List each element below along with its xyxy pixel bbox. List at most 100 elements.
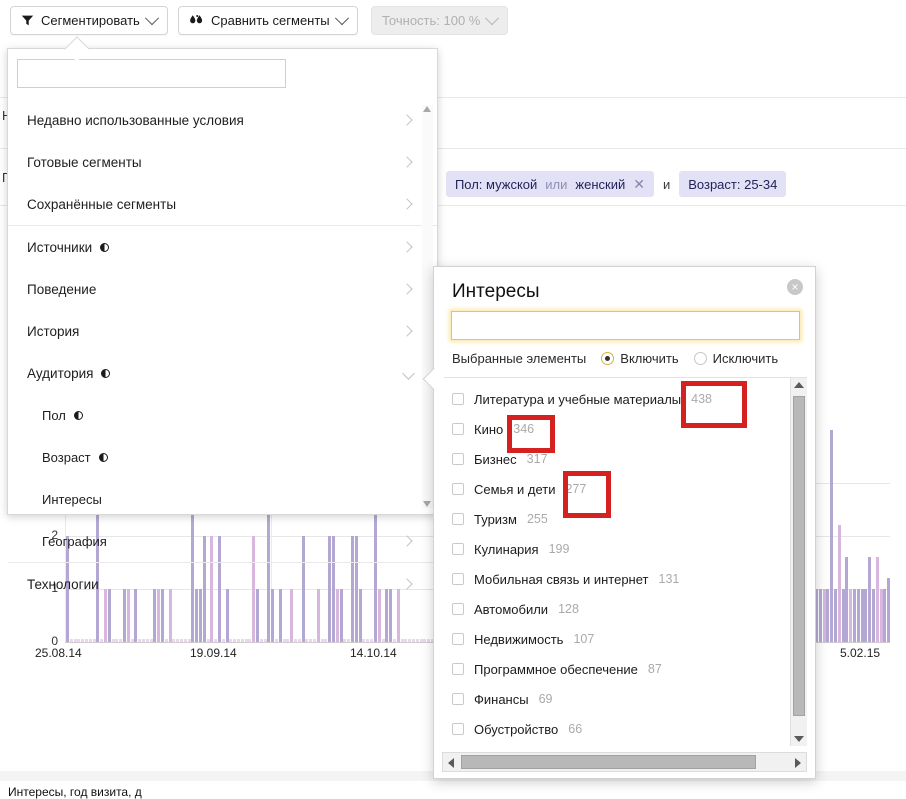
checkbox[interactable]	[452, 663, 464, 675]
interest-row-9[interactable]: Программное обеспечение 87	[442, 654, 790, 684]
chart-bar	[818, 589, 822, 642]
interest-row-6[interactable]: Мобильная связь и интернет 131	[442, 564, 790, 594]
popup-title: Интересы	[452, 281, 540, 302]
app-root: Н П ingилиRa...✕иПол: мужскойилиженский✕…	[0, 0, 906, 799]
segment-menu-item-7[interactable]: Пол	[8, 394, 437, 436]
checkbox[interactable]	[452, 543, 464, 555]
scroll-down-icon[interactable]	[794, 736, 804, 742]
checkbox[interactable]	[452, 603, 464, 615]
chart-bar	[883, 589, 887, 642]
compare-segments-button[interactable]: Сравнить сегменты	[178, 6, 358, 35]
segment-menu-item-label: Технологии	[27, 576, 99, 592]
segment-menu-item-4[interactable]: Поведение	[8, 268, 437, 310]
interest-row-4[interactable]: Туризм 255	[442, 504, 790, 534]
interest-label: Недвижимость	[474, 631, 564, 647]
segment-dropdown: Недавно использованные условия Готовые се…	[7, 36, 438, 592]
scroll-up-icon[interactable]	[423, 106, 431, 112]
segment-menu-item-label: Возраст	[42, 449, 91, 465]
segment-menu-item-1[interactable]: Готовые сегменты	[8, 141, 437, 183]
scroll-left-icon[interactable]	[448, 758, 454, 768]
interests-horizontal-scrollbar[interactable]	[442, 752, 807, 772]
chart-bar	[856, 589, 860, 642]
interest-label: Туризм	[474, 511, 517, 527]
checkbox[interactable]	[452, 393, 464, 405]
interests-search-input[interactable]	[451, 311, 800, 340]
interest-label: Семья и дети	[474, 481, 556, 497]
checkbox[interactable]	[452, 573, 464, 585]
segment-menu-item-0[interactable]: Недавно использованные условия	[8, 99, 437, 141]
radio-include[interactable]: Включить	[601, 351, 679, 366]
segment-menu-scrollbar[interactable]	[422, 105, 433, 508]
checkbox[interactable]	[452, 723, 464, 735]
segment-button-label: Сегментировать	[41, 13, 140, 28]
top-toolbar: Сегментировать Сравнить сегменты Точност…	[0, 0, 906, 42]
scroll-down-icon[interactable]	[423, 501, 431, 507]
interest-row-10[interactable]: Финансы 69	[442, 684, 790, 714]
interest-row-8[interactable]: Недвижимость 107	[442, 624, 790, 654]
checkbox[interactable]	[452, 423, 464, 435]
chart-bar	[860, 589, 864, 642]
interests-vertical-scrollbar[interactable]	[790, 378, 807, 746]
interest-row-11[interactable]: Обустройство 66	[442, 714, 790, 744]
checkbox[interactable]	[452, 453, 464, 465]
interest-row-3[interactable]: Семья и дети 277	[442, 474, 790, 504]
chevron-right-icon	[401, 156, 413, 168]
segment-menu-item-3[interactable]: Источники	[8, 226, 437, 268]
chart-bar	[871, 589, 875, 642]
interest-count: 199	[548, 542, 570, 556]
scroll-right-icon[interactable]	[795, 758, 801, 768]
chip-remove-icon[interactable]: ✕	[633, 177, 645, 191]
interest-row-2[interactable]: Бизнес 317	[442, 444, 790, 474]
segment-menu-item-5[interactable]: История	[8, 310, 437, 352]
segment-menu-item-8[interactable]: Возраст	[8, 436, 437, 478]
chip-conjunction: и	[662, 176, 671, 192]
interest-row-0[interactable]: Литература и учебные материалы 438	[442, 384, 790, 414]
radio-include-icon[interactable]	[601, 352, 615, 365]
interest-row-1[interactable]: Кино 346	[442, 414, 790, 444]
filter-chip-2[interactable]: Возраст: 25-34	[679, 171, 787, 197]
compare-drops-icon	[190, 14, 203, 24]
segment-menu-item-10[interactable]: География	[8, 520, 437, 562]
chart-bar	[875, 557, 879, 642]
chart-bar	[868, 557, 872, 642]
checkbox[interactable]	[452, 693, 464, 705]
segment-menu-item-11[interactable]: Технологии	[8, 563, 437, 605]
radio-exclude[interactable]: Исключить	[693, 351, 778, 366]
interest-count: 131	[658, 572, 680, 586]
segment-menu-item-label: Готовые сегменты	[27, 154, 142, 170]
interest-label: Финансы	[474, 691, 529, 707]
chevron-right-icon	[401, 535, 413, 547]
accuracy-button[interactable]: Точность: 100 %	[371, 6, 509, 35]
checkbox[interactable]	[452, 483, 464, 495]
info-half-dot-icon	[101, 368, 111, 378]
segment-menu-item-6[interactable]: Аудитория	[8, 352, 437, 394]
segment-menu-item-9[interactable]: Интересы	[8, 478, 437, 520]
close-icon[interactable]: ×	[787, 279, 803, 295]
interest-count: 346	[513, 422, 535, 436]
scrollbar-thumb[interactable]	[461, 755, 756, 769]
segment-search-input[interactable]	[17, 59, 286, 88]
interest-row-7[interactable]: Автомобили 128	[442, 594, 790, 624]
segment-button[interactable]: Сегментировать	[10, 6, 168, 35]
interest-row-5[interactable]: Кулинария 199	[442, 534, 790, 564]
interest-count: 277	[565, 482, 587, 496]
segment-menu-item-2[interactable]: Сохранённые сегменты	[8, 183, 437, 225]
checkbox[interactable]	[452, 633, 464, 645]
filter-chip-1[interactable]: Пол: мужской или женский ✕	[445, 171, 654, 197]
interests-popup: Интересы × Выбранные элементы Включить И…	[422, 266, 816, 779]
interest-count: 66	[568, 722, 583, 736]
selection-mode-row: Выбранные элементы Включить Исключить	[452, 351, 778, 366]
scrollbar-track[interactable]	[422, 105, 433, 508]
scroll-up-icon[interactable]	[794, 382, 804, 388]
radio-include-label: Включить	[620, 351, 679, 366]
segment-menu-item-label: География	[42, 533, 107, 549]
segment-menu-item-label: Недавно использованные условия	[27, 112, 244, 128]
footnote-text: Интересы, год визита, д	[8, 785, 142, 799]
interest-count: 87	[647, 662, 662, 676]
scrollbar-thumb[interactable]	[793, 396, 805, 716]
selection-mode-label: Выбранные элементы	[452, 351, 587, 366]
checkbox[interactable]	[452, 513, 464, 525]
chart-bar	[849, 589, 853, 642]
radio-exclude-icon[interactable]	[693, 352, 707, 365]
interest-row-12[interactable]: Здоровый образ жизни55	[442, 744, 790, 746]
